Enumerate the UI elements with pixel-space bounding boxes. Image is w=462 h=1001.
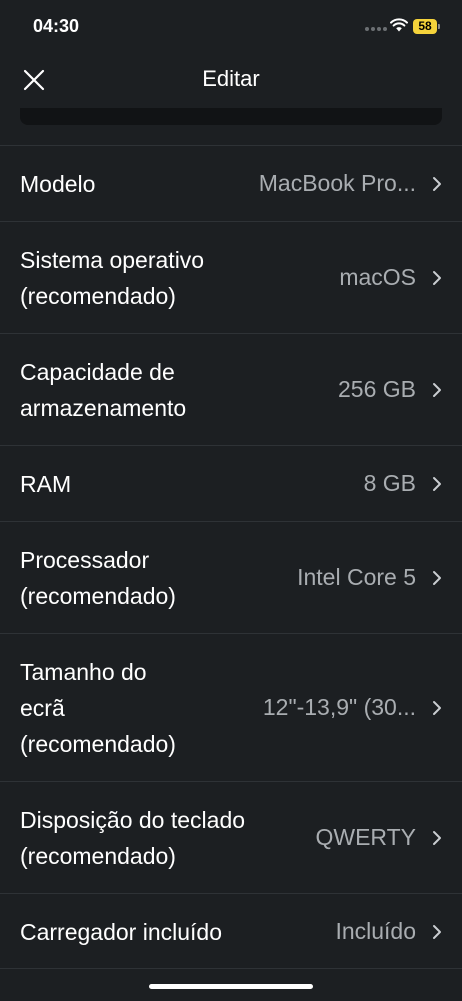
row-value: 256 GB xyxy=(338,376,416,402)
row-label: Carregador incluído xyxy=(20,918,223,945)
row-label: Modelo xyxy=(20,170,96,197)
header: Editar xyxy=(0,54,462,106)
battery-level: 58 xyxy=(413,19,437,34)
row-value: MacBook Pro... xyxy=(258,170,416,196)
row-label: Tamanho do ecrã (recomendado) xyxy=(20,658,176,757)
row-label: Capacidade de armazenamento xyxy=(20,358,187,421)
list-item[interactable]: Capacidade de armazenamento 256 GB xyxy=(0,333,462,445)
list-item[interactable]: Modelo MacBook Pro... xyxy=(0,145,462,221)
attribute-list: Modelo MacBook Pro... Sistema operativo (r… xyxy=(0,145,462,969)
list-item[interactable]: Disposição do teclado (recomendado) QWERT… xyxy=(0,781,462,893)
chevron-right-icon xyxy=(433,830,441,845)
chevron-right-icon xyxy=(433,570,441,585)
row-label: RAM xyxy=(20,470,72,497)
chevron-right-icon xyxy=(433,700,441,715)
list-item[interactable]: Carregador incluído Incluído xyxy=(0,893,462,969)
list-item[interactable]: Processador (recomendado) Intel Core 5 xyxy=(0,521,462,633)
chevron-right-icon xyxy=(433,476,441,491)
list-item[interactable]: Sistema operativo (recomendado) macOS xyxy=(0,221,462,333)
row-value: 8 GB xyxy=(363,470,416,496)
row-value: macOS xyxy=(339,264,416,290)
battery-tip xyxy=(438,24,440,29)
status-bar: 04:30 58 xyxy=(0,0,462,54)
chevron-right-icon xyxy=(433,176,441,191)
row-label: Disposição do teclado (recomendado) xyxy=(20,806,246,869)
home-indicator[interactable] xyxy=(149,984,313,989)
page-title: Editar xyxy=(202,66,260,91)
row-value: QWERTY xyxy=(315,824,416,850)
row-value: 12"-13,9" (30... xyxy=(262,694,416,720)
status-time: 04:30 xyxy=(33,16,80,36)
row-value: Incluído xyxy=(335,918,416,944)
cellular-signal-icon xyxy=(365,27,387,31)
list-item[interactable]: RAM 8 GB xyxy=(0,445,462,521)
chevron-right-icon xyxy=(433,270,441,285)
row-label: Processador (recomendado) xyxy=(20,546,176,609)
row-value: Intel Core 5 xyxy=(297,564,416,590)
chevron-right-icon xyxy=(433,924,441,939)
top-card-edge xyxy=(20,108,442,125)
chevron-right-icon xyxy=(433,382,441,397)
list-item[interactable]: Tamanho do ecrã (recomendado) 12"-13,9" (… xyxy=(0,633,462,781)
row-label: Sistema operativo (recomendado) xyxy=(20,246,205,309)
wifi-icon xyxy=(390,18,408,32)
